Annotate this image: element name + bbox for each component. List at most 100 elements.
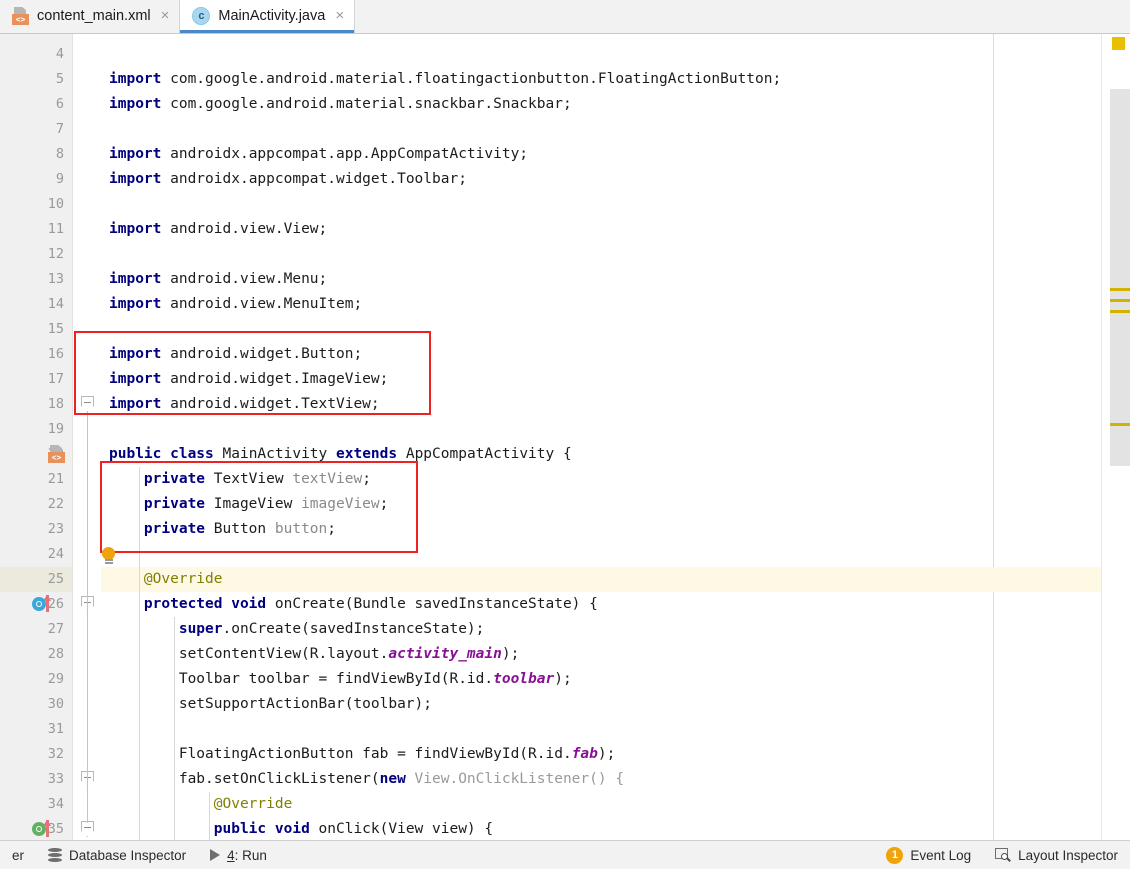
tab-mainactivity-java[interactable]: c MainActivity.java ×	[179, 0, 356, 33]
line-number-row[interactable]: 34	[0, 792, 72, 817]
code-token: android.widget.ImageView;	[161, 371, 389, 387]
status-item-label: Database Inspector	[69, 847, 187, 863]
line-number-row[interactable]: 11	[0, 217, 72, 242]
line-number-row[interactable]: 16	[0, 342, 72, 367]
line-number: 33	[47, 771, 64, 787]
line-number-row[interactable]: 8	[0, 142, 72, 167]
code-line[interactable]	[101, 117, 1101, 142]
code-line[interactable]: super.onCreate(savedInstanceState);	[101, 617, 1101, 642]
error-stripe-mark[interactable]	[1110, 310, 1130, 313]
code-line[interactable]: protected void onCreate(Bundle savedInst…	[101, 592, 1101, 617]
code-line[interactable]: import com.google.android.material.float…	[101, 67, 1101, 92]
line-number-row[interactable]: 28	[0, 642, 72, 667]
code-line[interactable]: import com.google.android.material.snack…	[101, 92, 1101, 117]
line-number-row[interactable]: 15	[0, 317, 72, 342]
line-number-row[interactable]: 19	[0, 417, 72, 442]
code-line[interactable]: FloatingActionButton fab = findViewById(…	[101, 742, 1101, 767]
code-token: public class	[109, 446, 223, 462]
code-line[interactable]	[101, 317, 1101, 342]
line-number-row[interactable]: 23	[0, 517, 72, 542]
code-line[interactable]: import android.widget.TextView;	[101, 392, 1101, 417]
code-line[interactable]	[101, 417, 1101, 442]
code-fold-toggle-icon[interactable]	[81, 821, 94, 837]
code-line[interactable]	[101, 242, 1101, 267]
code-line[interactable]: setContentView(R.layout.activity_main);	[101, 642, 1101, 667]
line-number-gutter[interactable]: 4567891011121314151617181920212223242526…	[0, 34, 73, 840]
code-line[interactable]: import android.view.MenuItem;	[101, 292, 1101, 317]
line-number-row[interactable]: 25	[0, 567, 72, 592]
truncated-tool-window-label[interactable]: er	[0, 841, 36, 870]
code-line[interactable]: import android.widget.Button;	[101, 342, 1101, 367]
line-number-row[interactable]: 33	[0, 767, 72, 792]
line-number: 25	[47, 571, 64, 587]
line-number-row[interactable]: 22	[0, 492, 72, 517]
line-number-row[interactable]: 4	[0, 42, 72, 67]
line-number-row[interactable]: 31	[0, 717, 72, 742]
code-line[interactable]: private TextView textView;	[101, 467, 1101, 492]
status-event-log[interactable]: 1 Event Log	[874, 841, 983, 870]
line-number-row[interactable]: 21	[0, 467, 72, 492]
line-number-row[interactable]: 29	[0, 667, 72, 692]
line-number-row[interactable]: 9	[0, 167, 72, 192]
error-stripe-mark[interactable]	[1110, 299, 1130, 302]
code-line[interactable]: import androidx.appcompat.app.AppCompatA…	[101, 142, 1101, 167]
line-number-row[interactable]: 7	[0, 117, 72, 142]
code-line[interactable]: import androidx.appcompat.widget.Toolbar…	[101, 167, 1101, 192]
code-line[interactable]: public void onClick(View view) {	[101, 817, 1101, 840]
code-token: AppCompatActivity {	[405, 446, 572, 462]
code-token: TextView	[213, 471, 293, 487]
line-number-row[interactable]: 17	[0, 367, 72, 392]
code-line[interactable]: private ImageView imageView;	[101, 492, 1101, 517]
close-icon[interactable]: ×	[335, 8, 344, 25]
code-line[interactable]: private Button button;	[101, 517, 1101, 542]
code-line[interactable]: @Override	[101, 792, 1101, 817]
line-number-row[interactable]: 12	[0, 242, 72, 267]
line-number-row[interactable]: 18	[0, 392, 72, 417]
code-line[interactable]	[101, 542, 1101, 567]
error-stripe-mark[interactable]	[1110, 423, 1130, 426]
line-number-row[interactable]: 30	[0, 692, 72, 717]
line-number-row[interactable]: 6	[0, 92, 72, 117]
error-stripe-scrollbar[interactable]	[1101, 34, 1130, 840]
close-icon[interactable]: ×	[161, 8, 170, 25]
tab-content-main-xml[interactable]: <> content_main.xml ×	[0, 0, 180, 33]
line-number: 11	[47, 221, 64, 237]
line-number: 12	[47, 246, 64, 262]
status-item-label: 4: Run	[227, 847, 267, 863]
code-line[interactable]: fab.setOnClickListener(new View.OnClickL…	[101, 767, 1101, 792]
code-token: ;	[379, 496, 389, 512]
status-run[interactable]: 4: Run	[198, 841, 279, 870]
code-token: MainActivity	[222, 446, 336, 462]
code-line[interactable]: import android.widget.ImageView;	[101, 367, 1101, 392]
error-stripe-mark[interactable]	[1110, 288, 1130, 291]
line-number-row[interactable]: 24	[0, 542, 72, 567]
line-number-row[interactable]: 5	[0, 67, 72, 92]
status-layout-inspector[interactable]: Layout Inspector	[983, 841, 1130, 870]
code-editor[interactable]: 4567891011121314151617181920212223242526…	[0, 34, 1130, 840]
code-line[interactable]	[101, 717, 1101, 742]
code-line[interactable]: Toolbar toolbar = findViewById(R.id.tool…	[101, 667, 1101, 692]
scrollbar-thumb[interactable]	[1110, 89, 1130, 466]
code-token: imageView	[301, 496, 380, 512]
code-line[interactable]: import android.view.View;	[101, 217, 1101, 242]
code-text-area[interactable]: import com.google.android.material.float…	[101, 34, 1101, 840]
code-line[interactable]: import android.view.Menu;	[101, 267, 1101, 292]
status-database-inspector[interactable]: Database Inspector	[36, 841, 198, 870]
code-token: @Override	[213, 796, 293, 812]
line-number: 18	[47, 396, 64, 412]
code-line[interactable]: @Override	[101, 567, 1101, 592]
line-number-row[interactable]: 14	[0, 292, 72, 317]
warning-count-indicator[interactable]	[1112, 37, 1125, 50]
code-token: import	[109, 296, 162, 312]
line-number-row[interactable]: 10	[0, 192, 72, 217]
code-line[interactable]	[101, 42, 1101, 67]
code-line[interactable]: public class MainActivity extends AppCom…	[101, 442, 1101, 467]
code-folding-strip[interactable]	[73, 34, 101, 840]
line-number-row[interactable]: 27	[0, 617, 72, 642]
database-icon	[48, 848, 63, 862]
line-number-row[interactable]: 32	[0, 742, 72, 767]
code-line[interactable]	[101, 192, 1101, 217]
code-fold-toggle-icon[interactable]	[81, 396, 94, 412]
line-number-row[interactable]: 13	[0, 267, 72, 292]
code-line[interactable]: setSupportActionBar(toolbar);	[101, 692, 1101, 717]
